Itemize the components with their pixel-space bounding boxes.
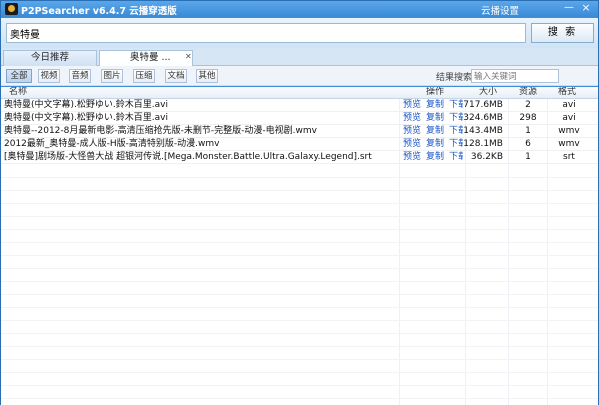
table-header: 名称 操作 大小 资源 格式 <box>1 87 598 99</box>
column-header-sources[interactable]: 资源 <box>519 87 537 99</box>
column-header-format[interactable]: 格式 <box>558 87 576 99</box>
result-search-label: 结果搜索: <box>436 73 476 83</box>
file-name: 奥特曼--2012-8月最新电影-高清压缩抢先版-未删节-完整版-动漫-电视剧.… <box>4 126 317 136</box>
row-divider <box>1 320 598 321</box>
file-format: avi <box>562 100 576 110</box>
filter-bar: 全部 视频 音频 图片 压缩 文档 其他 结果搜索: <box>1 66 598 86</box>
tab-strip: 今日推荐 奥特曼 ... ✕ <box>1 48 598 66</box>
tab-search-result[interactable]: 奥特曼 ... <box>99 50 193 66</box>
row-divider <box>1 203 598 204</box>
row-divider <box>1 216 598 217</box>
table-row[interactable]: 2012最新_奥特曼-成人版-H版-高清特别版-动漫.wmv 预览 复制 下载 12… <box>1 138 598 151</box>
filter-document-button[interactable]: 文档 <box>165 69 187 83</box>
file-size: 128.1MB <box>463 139 503 149</box>
results-table: 名称 操作 大小 资源 格式 奥特曼(中文字幕).松野ゆい.鈴木百里.avi 预… <box>1 87 598 405</box>
filter-other-button[interactable]: 其他 <box>196 69 218 83</box>
file-size: 143.4MB <box>463 126 503 136</box>
file-size: 36.2KB <box>470 152 503 162</box>
close-icon[interactable]: × <box>579 2 593 15</box>
row-actions: 预览 复制 下载 <box>403 112 463 125</box>
source-count: 2 <box>525 100 531 110</box>
tab-close-icon[interactable]: ✕ <box>185 52 192 61</box>
source-count: 298 <box>519 113 537 123</box>
row-divider <box>1 294 598 295</box>
table-row[interactable]: 奥特曼--2012-8月最新电影-高清压缩抢先版-未删节-完整版-动漫-电视剧.… <box>1 125 598 138</box>
row-divider <box>1 255 598 256</box>
file-format: wmv <box>558 139 580 149</box>
copy-link[interactable]: 复制 <box>426 139 444 149</box>
filter-all-button[interactable]: 全部 <box>6 69 32 83</box>
table-row[interactable]: 奥特曼(中文字幕).松野ゆい.鈴木百里.avi 预览 复制 下载 324.6MB 2… <box>1 112 598 125</box>
file-format: avi <box>562 113 576 123</box>
row-divider <box>1 398 598 399</box>
file-size: 324.6MB <box>463 113 503 123</box>
row-divider <box>1 190 598 191</box>
filter-archive-button[interactable]: 压缩 <box>133 69 155 83</box>
row-divider <box>1 268 598 269</box>
app-window: P2PSearcher v6.4.7 云播穿透版 云播设置 — × 搜 索 今日… <box>0 0 599 405</box>
preview-link[interactable]: 预览 <box>403 113 421 123</box>
filter-video-button[interactable]: 视频 <box>38 69 60 83</box>
app-logo-icon <box>5 3 18 15</box>
copy-link[interactable]: 复制 <box>426 113 444 123</box>
copy-link[interactable]: 复制 <box>426 100 444 110</box>
filter-audio-button[interactable]: 音频 <box>69 69 91 83</box>
result-search-input[interactable] <box>471 69 559 83</box>
copy-link[interactable]: 复制 <box>426 126 444 136</box>
search-bar: 搜 索 <box>1 18 598 48</box>
column-header-ops[interactable]: 操作 <box>426 87 444 99</box>
row-divider <box>1 307 598 308</box>
search-button[interactable]: 搜 索 <box>531 23 594 43</box>
row-divider <box>1 346 598 347</box>
file-name: 奥特曼(中文字幕).松野ゆい.鈴木百里.avi <box>4 100 168 110</box>
row-divider <box>1 242 598 243</box>
row-divider <box>1 333 598 334</box>
row-divider <box>1 385 598 386</box>
file-name: 奥特曼(中文字幕).松野ゆい.鈴木百里.avi <box>4 113 168 123</box>
file-format: wmv <box>558 126 580 136</box>
preview-link[interactable]: 预览 <box>403 126 421 136</box>
row-actions: 预览 复制 下载 <box>403 125 463 138</box>
preview-link[interactable]: 预览 <box>403 152 421 162</box>
row-divider <box>1 229 598 230</box>
source-count: 1 <box>525 152 531 162</box>
file-format: srt <box>563 152 575 162</box>
file-name: 2012最新_奥特曼-成人版-H版-高清特别版-动漫.wmv <box>4 139 220 149</box>
row-divider <box>1 281 598 282</box>
column-header-name[interactable]: 名称 <box>9 87 27 99</box>
file-size: 717.6MB <box>463 100 503 110</box>
row-actions: 预览 复制 下载 <box>403 151 463 164</box>
row-actions: 预览 复制 下载 <box>403 138 463 151</box>
preview-link[interactable]: 预览 <box>403 139 421 149</box>
row-divider <box>1 359 598 360</box>
title-bar[interactable]: P2PSearcher v6.4.7 云播穿透版 云播设置 — × <box>1 1 598 17</box>
cloud-settings-button[interactable]: 云播设置 <box>481 3 519 17</box>
row-divider <box>1 177 598 178</box>
preview-link[interactable]: 预览 <box>403 100 421 110</box>
filter-image-button[interactable]: 图片 <box>101 69 123 83</box>
search-input[interactable] <box>6 23 526 43</box>
source-count: 1 <box>525 126 531 136</box>
file-name: [奥特曼]剧场版-大怪兽大战 超银河传说.[Mega.Monster.Battl… <box>4 152 372 162</box>
minimize-icon[interactable]: — <box>562 2 576 15</box>
copy-link[interactable]: 复制 <box>426 152 444 162</box>
column-header-size[interactable]: 大小 <box>479 87 497 99</box>
row-divider <box>1 372 598 373</box>
row-actions: 预览 复制 下载 <box>403 99 463 112</box>
source-count: 6 <box>525 139 531 149</box>
tab-today-recommend[interactable]: 今日推荐 <box>3 50 97 66</box>
window-title: P2PSearcher v6.4.7 云播穿透版 <box>21 6 177 17</box>
table-row[interactable]: 奥特曼(中文字幕).松野ゆい.鈴木百里.avi 预览 复制 下载 717.6MB 2… <box>1 99 598 112</box>
table-row[interactable]: [奥特曼]剧场版-大怪兽大战 超银河传说.[Mega.Monster.Battl… <box>1 151 598 164</box>
